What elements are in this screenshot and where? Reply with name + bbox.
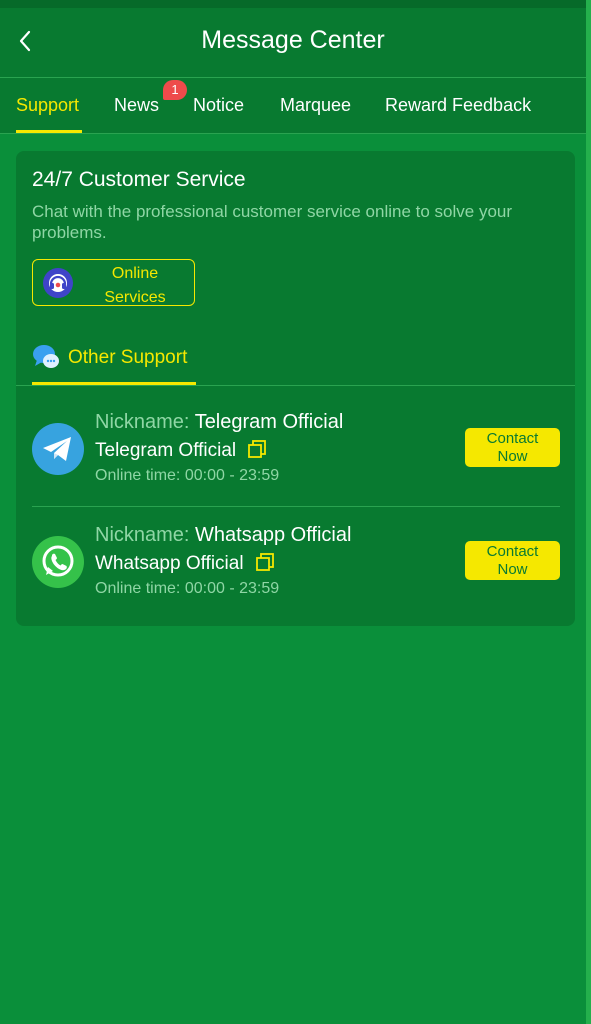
whatsapp-icon <box>32 536 84 588</box>
online-time-value: 00:00 - 23:59 <box>184 580 280 597</box>
tab-notice[interactable]: Notice <box>193 95 244 116</box>
copy-icon[interactable] <box>247 439 267 459</box>
nickname-value: Whatsapp Official <box>195 524 352 546</box>
contact-name-line: Whatsapp Official <box>95 552 275 575</box>
active-tab-indicator <box>16 130 82 133</box>
online-services-button[interactable]: Online Services <box>32 259 195 306</box>
online-services-line1: Online <box>111 265 159 282</box>
online-time-label: Online time: <box>95 580 181 597</box>
section-divider <box>16 385 575 386</box>
customer-service-description: Chat with the professional customer serv… <box>32 202 513 242</box>
nickname-value: Telegram Official <box>194 411 344 433</box>
tab-reward-feedback[interactable]: Reward Feedback <box>385 95 531 116</box>
news-notification-badge: 1 <box>163 80 187 100</box>
other-support-tab[interactable]: Other Support <box>68 347 187 369</box>
tab-marquee[interactable]: Marquee <box>280 95 351 116</box>
contact-now-button[interactable]: Contact Now <box>465 428 560 467</box>
online-time-value: 00:00 - 23:59 <box>184 467 280 484</box>
header-bar: Message Center <box>0 0 586 77</box>
chat-bubbles-icon <box>33 345 59 368</box>
online-services-line2: Services <box>104 289 166 306</box>
contact-nickname: Nickname: Telegram Official <box>95 411 343 434</box>
contact-now-line1: Contact <box>486 542 539 560</box>
tab-news[interactable]: News <box>114 95 159 116</box>
copy-icon[interactable] <box>255 552 275 572</box>
page-title: Message Center <box>201 26 385 54</box>
customer-service-title: 24/7 Customer Service <box>32 168 246 191</box>
online-time: Online time: 00:00 - 23:59 <box>95 467 279 485</box>
online-services-label: Online Services <box>81 262 189 310</box>
contact-name: Whatsapp Official <box>95 553 244 574</box>
telegram-icon <box>32 423 84 475</box>
contact-nickname: Nickname: Whatsapp Official <box>95 524 351 547</box>
contact-now-line2: Now <box>497 560 528 578</box>
contact-now-line2: Now <box>497 447 528 465</box>
contact-row-whatsapp: Nickname: Whatsapp Official Whatsapp Off… <box>16 514 575 626</box>
tab-support[interactable]: Support <box>16 95 79 116</box>
online-time-label: Online time: <box>95 467 181 484</box>
nickname-label: Nickname: <box>95 524 190 546</box>
row-divider <box>32 506 560 507</box>
contact-name-line: Telegram Official <box>95 439 267 462</box>
contact-now-button[interactable]: Contact Now <box>465 541 560 580</box>
nickname-label: Nickname: <box>95 411 190 433</box>
contact-now-line1: Contact <box>486 429 539 447</box>
support-card: 24/7 Customer Service Chat with the prof… <box>16 151 575 626</box>
contact-name: Telegram Official <box>95 440 237 461</box>
contact-row-telegram: Nickname: Telegram Official Telegram Off… <box>16 401 575 513</box>
online-time: Online time: 00:00 - 23:59 <box>95 580 279 598</box>
headset-icon <box>43 268 73 298</box>
tab-bar: Support News Notice Marquee Reward Feedb… <box>0 77 586 134</box>
right-edge-strip <box>586 0 591 1024</box>
